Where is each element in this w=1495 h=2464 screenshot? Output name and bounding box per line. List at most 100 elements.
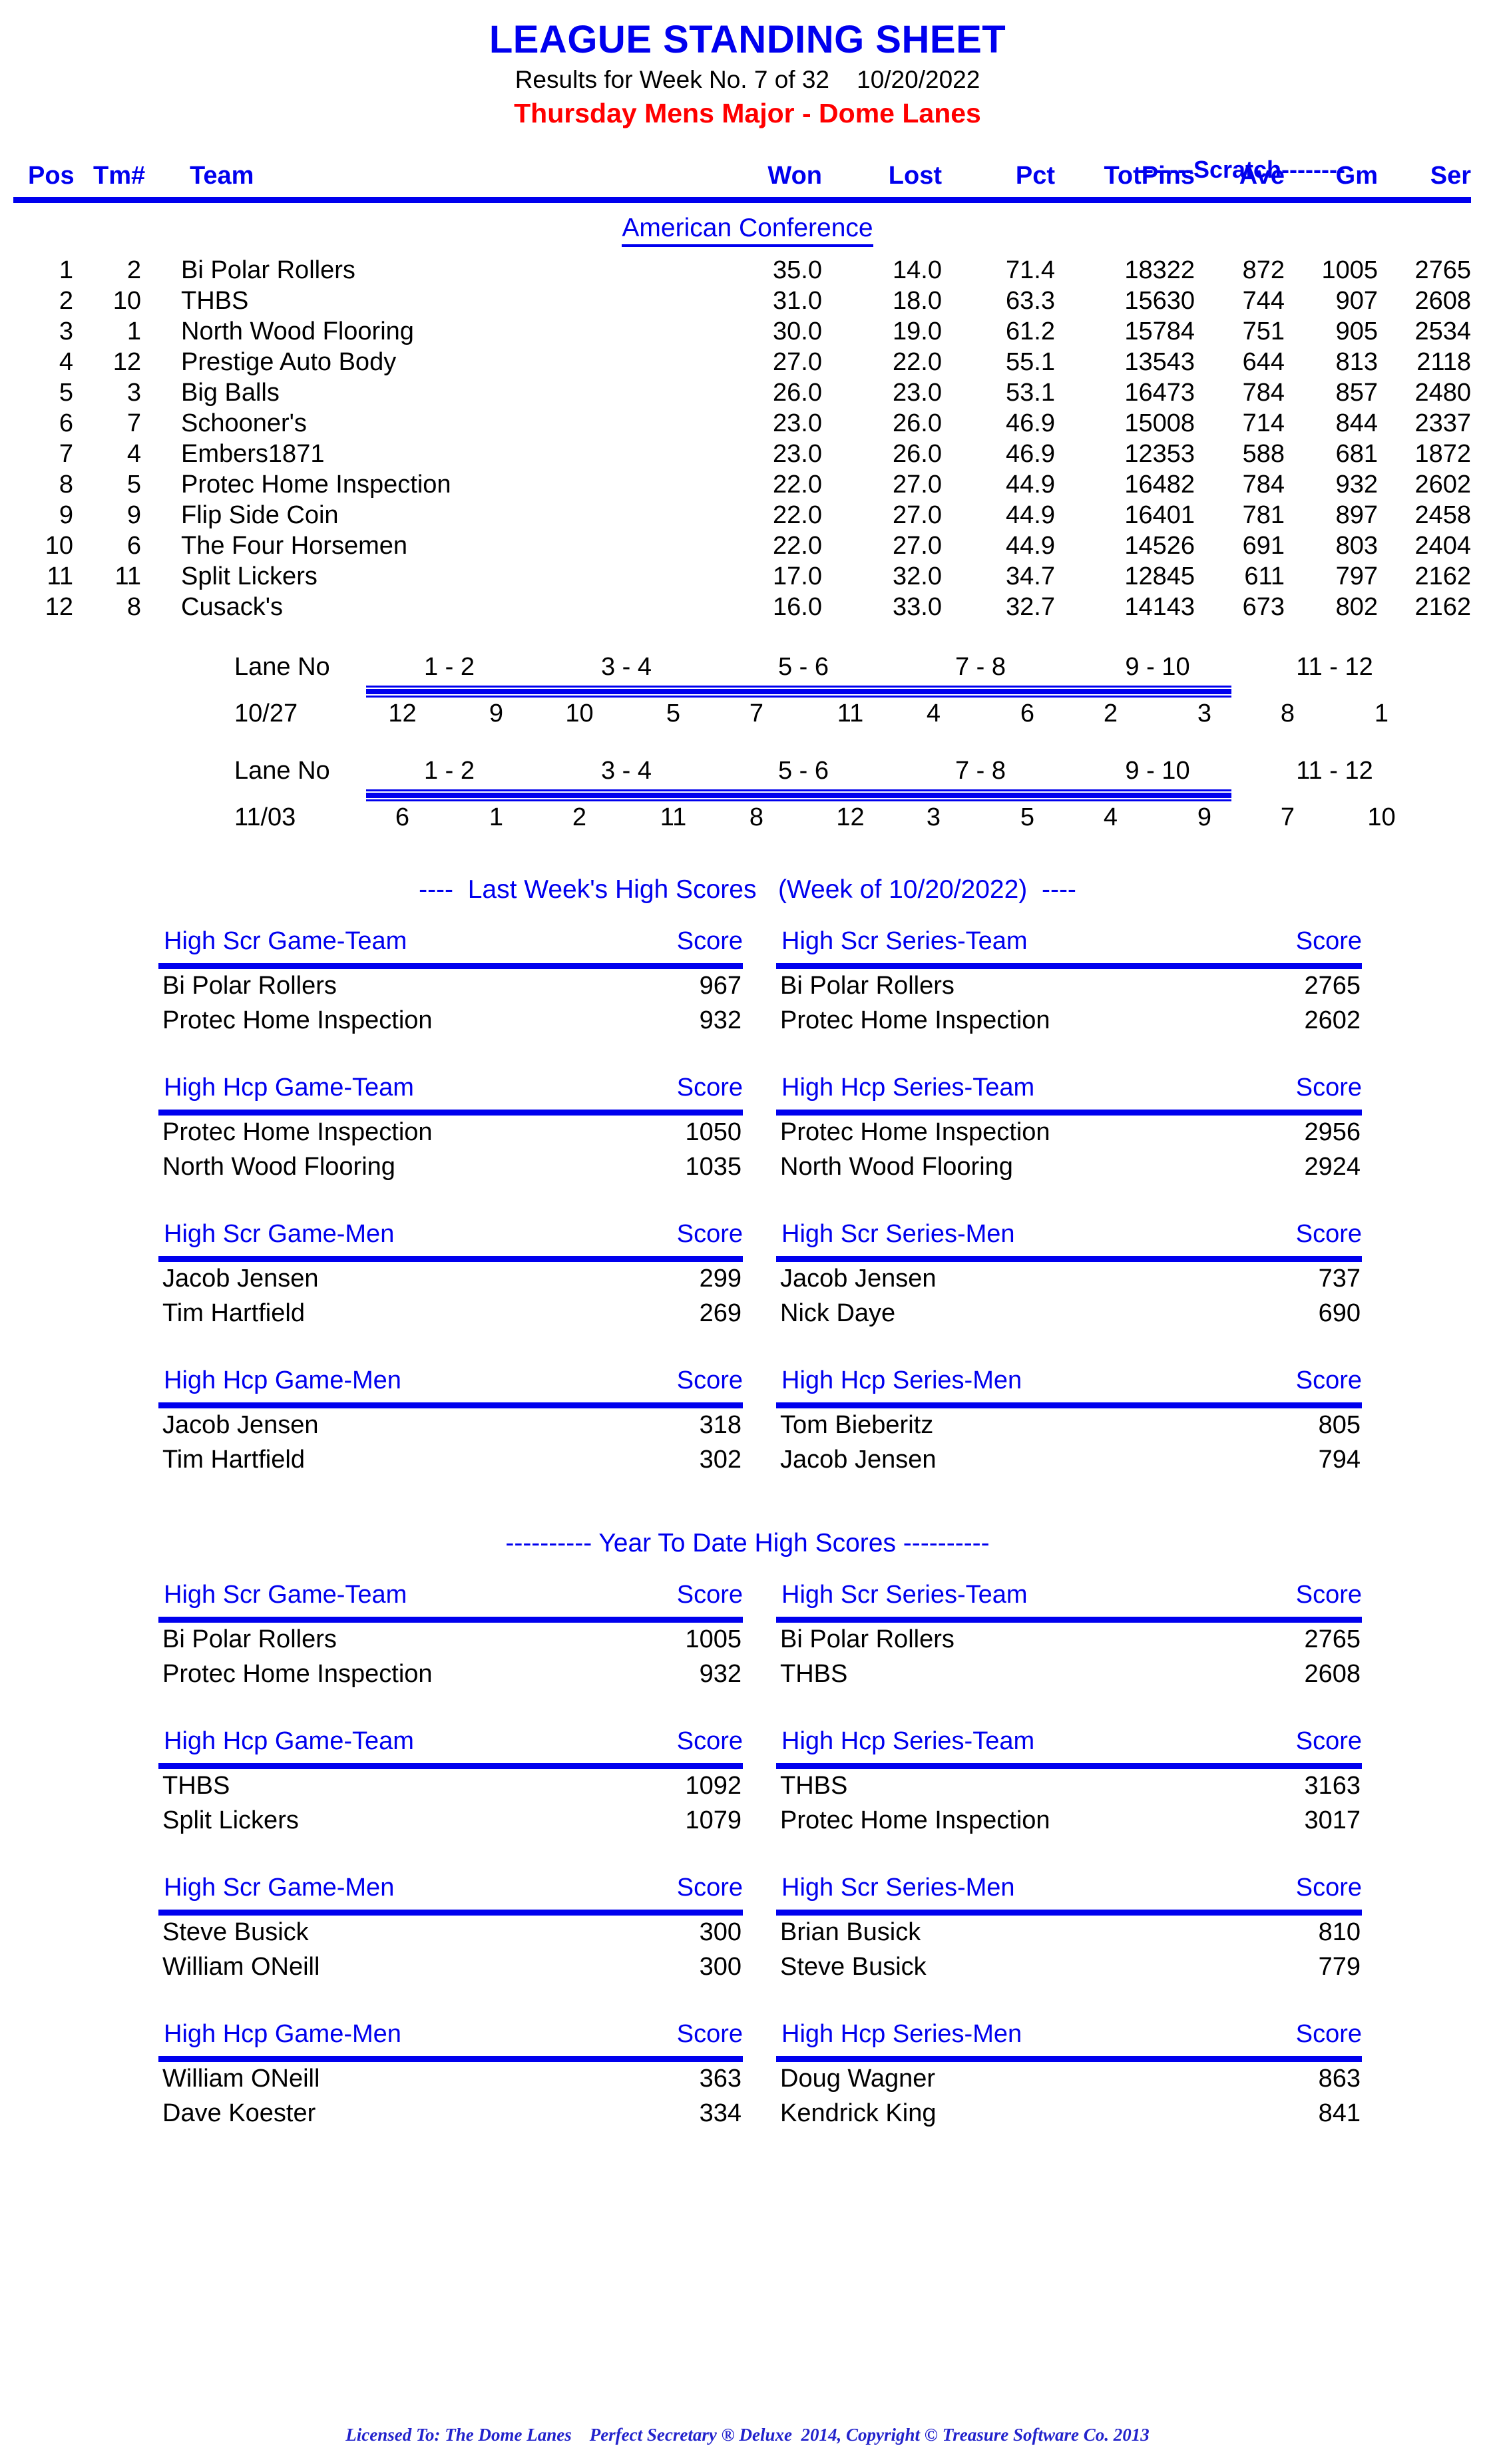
standings-cell-ser: 2480 [1414,379,1471,407]
high-score-column-header: High Hcp Series-Men Score [776,2020,1362,2053]
standings-cell-tm: 11 [114,562,141,591]
standings-cell-team: Cusack's [181,593,283,622]
high-score-column: High Scr Game-Team Score Bi Polar Rollers 1… [158,1581,743,1692]
standings-cell-tm: 10 [112,287,141,315]
standings-cell-won: 22.0 [773,471,822,499]
standings-cell-won: 22.0 [773,501,822,530]
lane-team-number: 2 [1103,700,1118,728]
high-score-row: Protec Home Inspection 1050 [158,1118,743,1150]
lane-team-number: 12 [836,803,865,832]
lane-schedule-date: 10/27 [234,700,298,728]
high-score-entry-name: Protec Home Inspection [162,1118,433,1147]
high-score-entry-value: 2765 [1304,1625,1361,1654]
standings-cell-ave: 751 [1242,317,1285,346]
high-score-row: William ONeill 300 [158,1953,743,1985]
standings-cell-won: 22.0 [773,532,822,560]
standings-cell-ser: 2608 [1414,287,1471,315]
lane-team-number: 8 [749,803,764,832]
high-score-column-header: High Scr Series-Men Score [776,1874,1362,1907]
standings-cell-tm: 4 [126,440,141,469]
lane-team-number: 5 [666,700,681,728]
score-column-label: Score [1295,1074,1362,1102]
standings-cell-pos: 4 [59,348,73,377]
high-score-entry-name: Protec Home Inspection [162,1006,433,1035]
high-score-entry-value: 3163 [1304,1772,1361,1800]
high-score-entry-value: 737 [1318,1265,1361,1293]
high-score-row: THBS 3163 [776,1772,1362,1804]
lane-no-label: Lane No [234,653,330,682]
standings-cell-ave: 644 [1242,348,1285,377]
standings-cell-ser: 2404 [1414,532,1471,560]
high-score-column: High Scr Series-Team Score Bi Polar Roller… [776,927,1362,1038]
high-score-column: High Hcp Series-Team Score THBS 3163 Protec … [776,1727,1362,1838]
lane-pair-label: 9 - 10 [1125,653,1190,682]
high-score-column: High Hcp Series-Men Score Tom Bieberitz 805… [776,1366,1362,1478]
lane-team-number: 8 [1280,700,1295,728]
high-score-entry-value: 2608 [1304,1660,1361,1689]
standings-cell-totpins: 16401 [1124,501,1195,530]
standings-cell-gm: 802 [1335,593,1378,622]
high-score-row: Bi Polar Rollers 2765 [776,972,1362,1004]
high-score-group: High Hcp Game-Team Score THBS 1092 Split Lic… [0,1727,1495,1851]
score-column-label: Score [676,1366,743,1395]
lane-team-number: 3 [1197,700,1212,728]
high-score-entry-name: Protec Home Inspection [162,1660,433,1689]
score-column-label: Score [676,1220,743,1249]
high-score-category-label: High Scr Game-Team [164,1581,407,1609]
high-score-entry-value: 302 [699,1446,742,1474]
high-score-column-header: High Scr Series-Men Score [776,1220,1362,1253]
column-header-pct: Pct [1015,162,1055,190]
high-score-column-header: High Hcp Series-Men Score [776,1366,1362,1400]
standings-cell-tm: 8 [126,593,141,622]
year-to-date-section-title: ---------- Year To Date High Scores ----… [505,1529,990,1558]
standings-cell-ser: 2602 [1414,471,1471,499]
year-to-date-high-scores: High Scr Game-Team Score Bi Polar Rollers 1… [0,1581,1495,2144]
standings-cell-totpins: 15008 [1124,409,1195,438]
high-score-row: Tom Bieberitz 805 [776,1411,1362,1443]
high-score-divider [776,963,1362,970]
standings-cell-tm: 1 [126,317,141,346]
high-score-row: Bi Polar Rollers 967 [158,972,743,1004]
high-score-entry-value: 932 [699,1660,742,1689]
lane-pair-label: 5 - 6 [777,757,829,785]
standings-cell-team: Bi Polar Rollers [181,256,355,285]
high-score-entry-name: Protec Home Inspection [780,1118,1050,1147]
high-score-row: Jacob Jensen 737 [776,1265,1362,1297]
standings-cell-ser: 2118 [1416,348,1471,377]
column-header-gm: Gm [1335,162,1378,190]
standings-cell-lost: 32.0 [893,562,942,591]
standings-cell-lost: 18.0 [893,287,942,315]
standings-cell-gm: 897 [1335,501,1378,530]
standings-cell-totpins: 18322 [1124,256,1195,285]
high-score-row: Tim Hartfield 269 [158,1299,743,1331]
high-score-group: High Hcp Game-Team Score Protec Home Inspe… [0,1074,1495,1197]
high-score-entry-value: 810 [1318,1918,1361,1947]
standings-cell-ave: 588 [1242,440,1285,469]
standings-cell-lost: 27.0 [893,471,942,499]
standings-cell-pct: 53.1 [1006,379,1055,407]
standings-cell-gm: 907 [1335,287,1378,315]
high-score-divider [158,1910,743,1916]
high-score-entry-name: Jacob Jensen [780,1446,937,1474]
high-score-category-label: High Scr Game-Men [164,1874,395,1902]
lane-pair-label: 3 - 4 [600,757,652,785]
lane-schedule-divider [366,688,1231,696]
high-score-entry-name: Jacob Jensen [162,1265,319,1293]
high-score-entry-value: 299 [699,1265,742,1293]
high-score-entry-name: Jacob Jensen [780,1265,937,1293]
high-score-entry-name: THBS [162,1772,230,1800]
high-score-entry-value: 1035 [685,1153,742,1181]
high-score-entry-name: Protec Home Inspection [780,1806,1050,1835]
standings-cell-won: 26.0 [773,379,822,407]
standings-cell-ser: 1872 [1414,440,1471,469]
lane-team-number: 12 [388,700,417,728]
high-score-row: Steve Busick 779 [776,1953,1362,1985]
column-header-team: Team [190,162,254,190]
high-score-column-header: High Hcp Game-Men Score [158,1366,743,1400]
standings-cell-lost: 33.0 [893,593,942,622]
standings-cell-totpins: 16482 [1124,471,1195,499]
score-column-label: Score [1295,1727,1362,1756]
standings-cell-team: Protec Home Inspection [181,471,451,499]
standings-cell-pos: 7 [59,440,73,469]
standings-cell-won: 16.0 [773,593,822,622]
